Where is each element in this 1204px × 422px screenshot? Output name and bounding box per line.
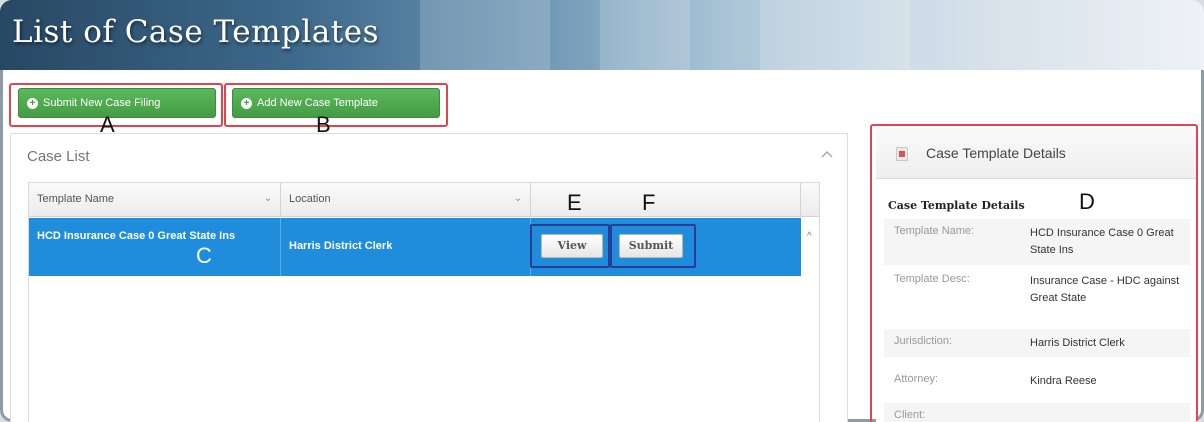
callout-box-e	[530, 224, 610, 268]
case-list-title: Case List	[27, 148, 90, 165]
cell-location: Harris District Clerk	[281, 218, 531, 276]
case-list-panel: Case List Template Name ⌄ Location ⌄ HCD…	[10, 133, 848, 422]
callout-box-d	[870, 124, 1198, 422]
case-list-table: Template Name ⌄ Location ⌄ HCD Insurance…	[28, 182, 820, 422]
callout-label-c: C	[196, 243, 212, 268]
chevron-down-icon[interactable]: ⌄	[264, 193, 272, 204]
column-header-location[interactable]: Location ⌄	[281, 183, 531, 217]
column-header-label: Template Name	[37, 193, 115, 205]
table-header: Template Name ⌄ Location ⌄	[29, 183, 819, 217]
callout-box-f	[610, 224, 696, 268]
chevron-down-icon[interactable]: ⌄	[514, 193, 522, 204]
page-banner: List of Case Templates	[0, 0, 1204, 70]
cell-template-name: HCD Insurance Case 0 Great State Ins	[29, 218, 281, 276]
callout-label-d: D	[1079, 189, 1095, 214]
banner-decoration	[420, 0, 550, 70]
app-window: List of Case Templates + Submit New Case…	[0, 0, 1204, 422]
chevron-up-icon[interactable]	[821, 150, 833, 158]
scroll-up-icon[interactable]: ^	[807, 231, 817, 242]
banner-decoration	[760, 0, 910, 70]
column-header-template-name[interactable]: Template Name ⌄	[29, 183, 281, 217]
callout-box-a	[9, 83, 223, 127]
banner-decoration	[600, 0, 690, 70]
column-header-label: Location	[289, 193, 331, 205]
callout-label-e: E	[567, 190, 582, 215]
page-title: List of Case Templates	[12, 14, 379, 50]
callout-box-b	[224, 83, 448, 127]
callout-label-f: F	[642, 190, 656, 215]
